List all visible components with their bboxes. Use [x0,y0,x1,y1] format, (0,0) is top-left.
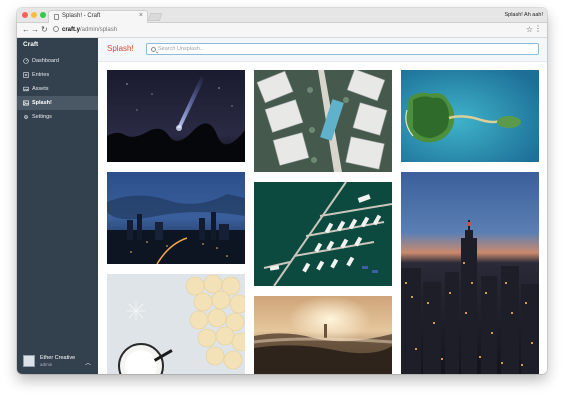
search-input[interactable] [158,44,528,54]
user-role: admin [40,362,53,367]
forward-icon[interactable]: → [31,26,39,34]
sidebar-item-label: Entries [32,71,50,78]
page-icon [54,14,59,20]
tab-title: Splash! - Craft [62,13,101,19]
photo-city-night[interactable] [401,172,539,374]
photo-aerial-towers[interactable] [254,70,392,172]
assets-icon [23,86,29,92]
url-field[interactable]: craft.y/admin/splash [53,26,117,33]
new-tab-button[interactable] [147,13,163,21]
photo-city-dusk[interactable] [107,172,245,264]
gauge-icon [23,58,29,64]
entries-icon [23,72,29,78]
profile-name[interactable]: Splash! Ah aah! [504,12,543,18]
photo-night-sky[interactable] [107,70,245,162]
address-bar: ← → ↻ craft.y/admin/splash ☆ ⋮ [17,23,547,38]
site-name[interactable]: Craft [23,41,38,48]
night-sky-image [107,70,245,162]
bookmark-star-icon[interactable]: ☆ [526,26,533,34]
sidebar-item-label: Settings [32,113,52,120]
sidebar-item-entries[interactable]: Entries [17,68,98,82]
search-icon [151,47,156,52]
back-icon[interactable]: ← [22,26,30,34]
tab-bar: Splash! - Craft × Splash! Ah aah! [17,8,547,23]
sidebar-nav: Dashboard Entries Assets Splash! Setting… [17,54,98,124]
sidebar-item-label: Splash! [32,99,52,106]
info-icon[interactable] [53,26,59,32]
sidebar: Craft Dashboard Entries Assets Splash! S… [17,38,98,374]
user-name: Ether Creative [40,355,76,361]
reload-icon[interactable]: ↻ [41,26,48,34]
url-path: /admin/splash [80,27,118,33]
tab-close-icon[interactable]: × [139,12,143,19]
city-night-image [401,172,539,374]
photo-marina[interactable] [254,182,392,286]
page-title: Splash! [107,44,134,53]
sidebar-item-label: Dashboard [32,57,59,64]
page-header: Splash! [98,38,547,62]
url-host: craft.y [62,27,81,33]
city-dusk-image [107,172,245,264]
photo-foggy-town[interactable] [254,296,392,374]
island-image [401,70,539,162]
sidebar-item-assets[interactable]: Assets [17,82,98,96]
sidebar-item-label: Assets [32,85,49,92]
foggy-town-image [254,296,392,374]
browser-tab[interactable]: Splash! - Craft × [48,10,148,23]
browser-menu-icon[interactable]: ⋮ [534,25,542,33]
avatar [23,355,35,367]
minimize-window-button[interactable] [31,12,37,18]
aerial-towers-image [254,70,392,172]
zoom-window-button[interactable] [40,12,46,18]
main-content: Splash! [98,38,547,374]
sidebar-item-dashboard[interactable]: Dashboard [17,54,98,68]
sidebar-item-settings[interactable]: Settings [17,110,98,124]
image-icon [23,100,29,106]
photo-cookies[interactable] [107,274,245,374]
chevron-up-icon[interactable]: ︿ [85,358,91,367]
close-window-button[interactable] [22,12,28,18]
user-menu[interactable]: Ether Creative admin ︿ [17,352,98,374]
sidebar-item-splash[interactable]: Splash! [17,96,98,110]
marina-image [254,182,392,286]
gear-icon [23,114,29,120]
search-box[interactable] [146,43,539,55]
browser-window: Splash! - Craft × Splash! Ah aah! ← → ↻ … [17,8,547,374]
cookies-image [107,274,245,374]
photo-island[interactable] [401,70,539,162]
